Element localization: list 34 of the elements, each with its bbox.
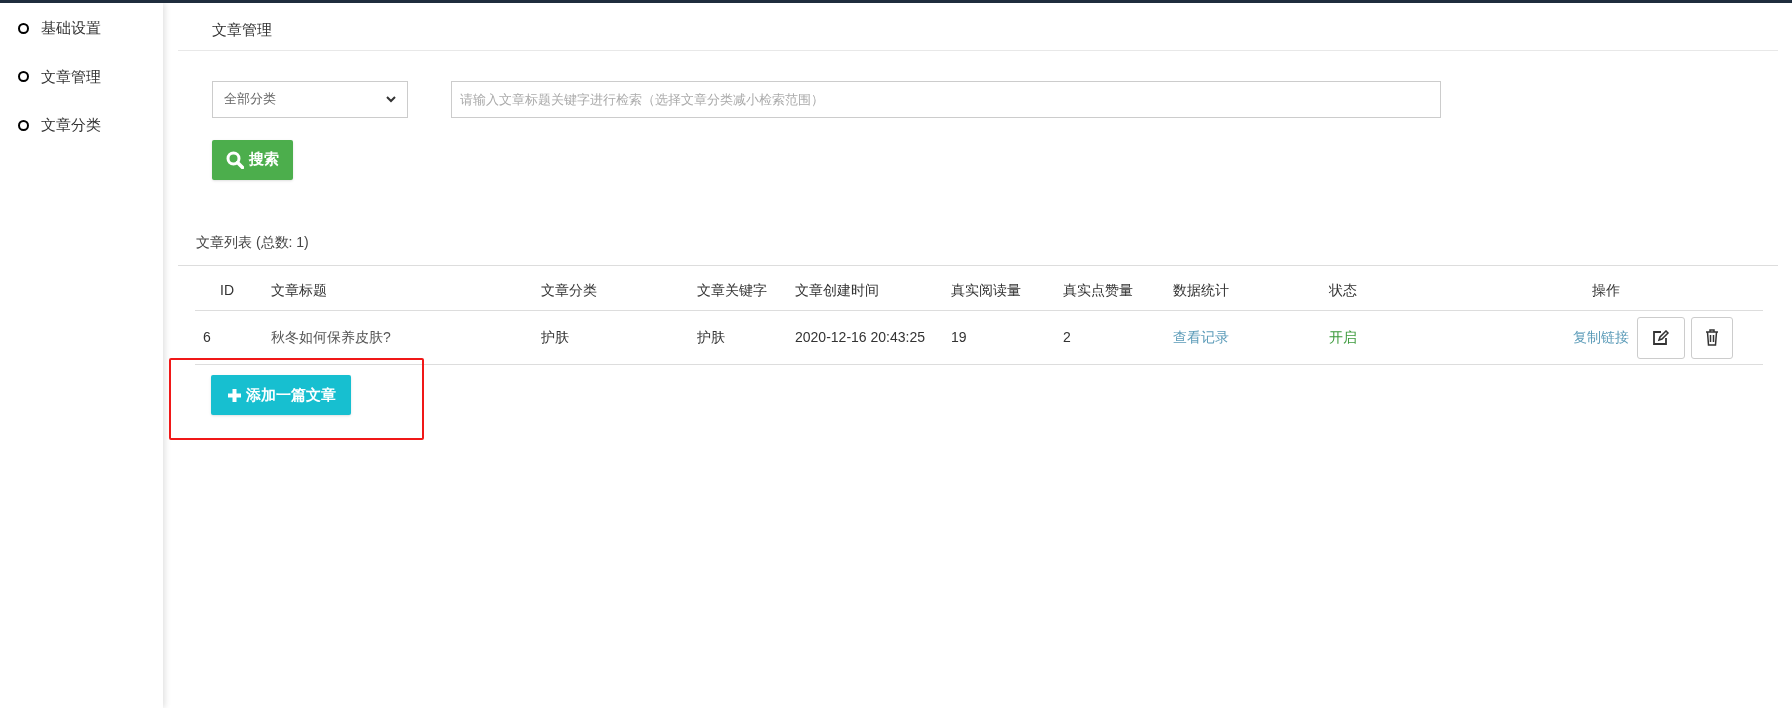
table-cell: 2020-12-16 20:43:25 <box>795 329 925 345</box>
column-header: 操作 <box>1592 282 1620 299</box>
search-field[interactable]: 请输入文章标题关键字进行检索（选择文章分类减小检索范围） <box>451 80 1441 118</box>
list-title: 文章列表 (总数: 1) <box>196 233 309 250</box>
table-cell: 秋冬如何保养皮肤? <box>271 329 391 345</box>
column-header: 文章创建时间 <box>795 282 879 299</box>
sidebar-item[interactable]: 文章分类 <box>0 114 163 137</box>
edit-icon <box>1652 329 1670 346</box>
table-cell: 19 <box>951 329 967 345</box>
plus-icon <box>226 387 242 403</box>
column-header: ID <box>220 282 234 299</box>
table-cell: 2 <box>1063 329 1071 345</box>
delete-button[interactable] <box>1691 316 1733 359</box>
search-icon <box>226 150 244 169</box>
table-cell: 护肤 <box>697 329 725 345</box>
table-cell: 护肤 <box>541 329 569 345</box>
chevron-down-icon <box>386 95 396 103</box>
table-cell: 6 <box>203 329 211 345</box>
sidebar-item[interactable]: 文章管理 <box>0 65 163 88</box>
column-header: 真实阅读量 <box>951 282 1021 299</box>
page-title: 文章管理 <box>212 21 272 38</box>
column-header: 文章分类 <box>541 282 597 299</box>
trash-icon <box>1705 329 1719 346</box>
column-header: 数据统计 <box>1173 282 1229 299</box>
category-select[interactable]: 全部分类 <box>212 80 408 118</box>
status-text: 开启 <box>1329 329 1357 345</box>
view-records-link[interactable]: 查看记录 <box>1173 329 1229 345</box>
column-header: 文章关键字 <box>697 282 767 299</box>
column-header: 文章标题 <box>271 282 327 299</box>
column-header: 真实点赞量 <box>1063 282 1133 299</box>
edit-button[interactable] <box>1637 316 1685 359</box>
column-header: 状态 <box>1329 282 1357 299</box>
copy-link[interactable]: 复制链接 <box>1573 327 1629 348</box>
sidebar-item[interactable]: 基础设置 <box>0 17 163 40</box>
